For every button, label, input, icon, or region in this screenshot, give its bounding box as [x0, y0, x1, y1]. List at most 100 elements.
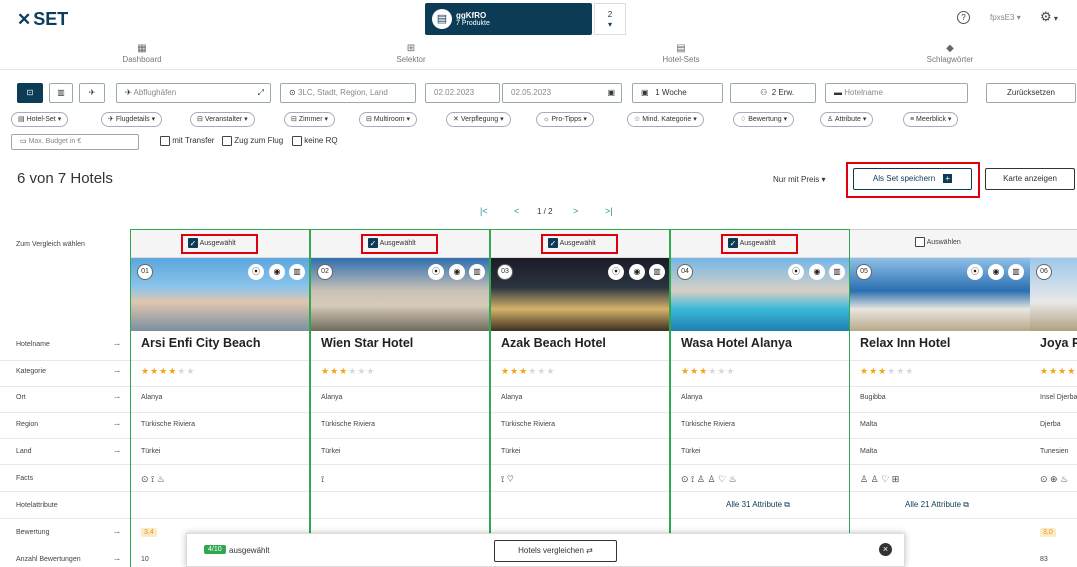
last-page-icon[interactable]: >|	[605, 206, 613, 216]
hotel-name[interactable]: Relax Inn Hotel	[860, 336, 950, 350]
no-rq-checkbox[interactable]: keine RQ	[292, 136, 338, 146]
main-nav: ▦ Dashboard ⊞ Selektor ▤ Hotel-Sets ◆ Schlag…	[0, 40, 1077, 70]
pill-veranstalter[interactable]: ⊟ Veranstalter ▾	[190, 112, 255, 127]
select-cell: ✓ Ausgewählt	[671, 229, 849, 258]
row-label-anzahl: Anzahl Bewertungen	[16, 556, 81, 563]
bed-icon: ▬	[834, 88, 845, 97]
compare-icon: ⇄	[586, 546, 593, 555]
row-label-facts: Facts	[16, 475, 34, 482]
help-icon[interactable]: ?	[957, 11, 970, 24]
prev-page-icon[interactable]: <	[514, 206, 519, 216]
hotel-number: 04	[677, 264, 693, 280]
sort-icon[interactable]: ⇀	[114, 394, 120, 402]
select-cell: ✓ Ausgewählt	[131, 229, 309, 258]
package-type-button[interactable]: ⊡	[17, 83, 43, 103]
hotel-number: 06	[1036, 264, 1052, 280]
pill-hotel-set[interactable]: ▤ Hotel-Set ▾	[11, 112, 69, 127]
rating-count: 10	[141, 556, 149, 563]
trash-icon[interactable]: ▥	[649, 264, 665, 280]
sort-icon[interactable]: ⇀	[114, 368, 120, 376]
duration-field[interactable]: ▣ 1 Woche	[632, 83, 723, 103]
trash-icon[interactable]: ▥	[289, 264, 305, 280]
hotel-stars: ★★★★★★	[1040, 366, 1077, 376]
hotel-stars: ★★★★★★	[681, 366, 736, 376]
travellers-field[interactable]: ⚇ 2 Erw.	[730, 83, 816, 103]
select-checkbox[interactable]: ✓ Ausgewählt	[361, 234, 438, 254]
select-checkbox[interactable]: ✓ Ausgewählt	[541, 234, 618, 254]
hotelname-field[interactable]: ▬ Hotelname	[825, 83, 968, 103]
transfer-checkbox[interactable]: mit Transfer	[160, 136, 214, 146]
user-menu[interactable]: fpxsE3 ▾	[990, 13, 1021, 22]
trash-icon[interactable]: ▥	[1008, 264, 1024, 280]
sort-dropdown[interactable]: Nur mit Preis ▾	[773, 175, 825, 184]
destination-field[interactable]: ⊙ 3LC, Stadt, Region, Land	[280, 83, 416, 103]
pill-mind-kategorie[interactable]: ☆ Mind. Kategorie ▾	[627, 112, 704, 127]
reset-button[interactable]: Zurücksetzen	[986, 83, 1076, 103]
sort-icon[interactable]: ⇀	[114, 448, 120, 456]
attributes-link[interactable]: Alle 31 Attribute ⧉	[726, 500, 790, 510]
date-to-field[interactable]: 02.05.2023 ▣	[502, 83, 622, 103]
trash-icon[interactable]: ▥	[829, 264, 845, 280]
hotel-only-button[interactable]: ▥	[49, 83, 73, 103]
select-checkbox[interactable]: Auswählen	[910, 235, 987, 255]
eye-icon[interactable]: ◉	[449, 264, 465, 280]
show-map-button[interactable]: Karte anzeigen	[985, 168, 1075, 190]
eye-icon[interactable]: ◉	[629, 264, 645, 280]
nav-item-hotel-sets[interactable]: ▤ Hotel-Sets	[546, 42, 816, 64]
trash-icon[interactable]: ▥	[469, 264, 485, 280]
budget-field[interactable]: ▭ Max. Budget in €	[11, 134, 139, 150]
basket-count-dropdown[interactable]: 2 ▾	[594, 3, 626, 35]
compare-hotels-button[interactable]: Hotels vergleichen ⇄	[494, 540, 617, 562]
eye-icon[interactable]: ◉	[988, 264, 1004, 280]
hotel-name[interactable]: Wien Star Hotel	[321, 336, 413, 350]
next-page-icon[interactable]: >	[573, 206, 578, 216]
pill-zimmer[interactable]: ⊟ Zimmer ▾	[284, 112, 335, 127]
first-page-icon[interactable]: |<	[480, 206, 488, 216]
hotel-column: ✓ Ausgewählt 01 ⦿ ◉ ▥ Arsi Enfi City Beach ★★★…	[130, 229, 310, 567]
location-icon[interactable]: ⦿	[248, 264, 264, 280]
hotel-region: Türkische Riviera	[141, 421, 196, 428]
airport-field[interactable]: ✈ Abflughäfen ⤢	[116, 83, 271, 103]
app-logo[interactable]: ✕ SET	[17, 9, 68, 30]
eye-icon[interactable]: ◉	[269, 264, 285, 280]
location-icon[interactable]: ⦿	[608, 264, 624, 280]
tag-icon: ◆	[946, 43, 954, 54]
pill-meerblick[interactable]: ≡ Meerblick ▾	[903, 112, 959, 127]
hotel-name[interactable]: Azak Beach Hotel	[501, 336, 606, 350]
select-checkbox[interactable]: ✓ Ausgewählt	[721, 234, 798, 254]
pill-multiroom[interactable]: ⊟ Multiroom ▾	[359, 112, 418, 127]
hotel-name[interactable]: Joya P	[1040, 336, 1077, 350]
location-icon[interactable]: ⦿	[967, 264, 983, 280]
sort-icon[interactable]: ⇀	[114, 341, 120, 349]
close-icon[interactable]: ×	[879, 543, 892, 556]
nav-item-schlagwoerter[interactable]: ◆ Schlagwörter	[815, 42, 1077, 64]
calendar-icon: ▣	[641, 88, 651, 97]
save-set-button[interactable]: Als Set speichern +	[853, 168, 972, 190]
date-from-field[interactable]: 02.02.2023	[425, 83, 500, 103]
hotel-ort: Alanya	[141, 394, 163, 401]
hotel-region: Türkische Riviera	[321, 421, 376, 428]
hotel-name[interactable]: Arsi Enfi City Beach	[141, 336, 260, 350]
hotel-number: 01	[137, 264, 153, 280]
pill-verpflegung[interactable]: ✕ Verpflegung ▾	[446, 112, 511, 127]
pill-flugdetails[interactable]: ✈ Flugdetails ▾	[101, 112, 163, 127]
nav-item-dashboard[interactable]: ▦ Dashboard	[7, 42, 277, 64]
nav-item-selektor[interactable]: ⊞ Selektor	[276, 42, 546, 64]
eye-icon[interactable]: ◉	[809, 264, 825, 280]
hotel-stars: ★★★★★★	[860, 366, 915, 376]
pill-attribute[interactable]: ♙ Attribute ▾	[820, 112, 874, 127]
hotel-name[interactable]: Wasa Hotel Alanya	[681, 336, 792, 350]
pill-bewertung[interactable]: ♢ Bewertung ▾	[733, 112, 795, 127]
flight-only-button[interactable]: ✈	[79, 83, 105, 103]
train-checkbox[interactable]: Zug zum Flug	[222, 136, 283, 146]
select-checkbox[interactable]: ✓ Ausgewählt	[181, 234, 258, 254]
location-icon[interactable]: ⦿	[428, 264, 444, 280]
sort-icon[interactable]: ⇀	[114, 421, 120, 429]
product-basket[interactable]: ▤ ggKfRO 7 Produkte	[425, 3, 592, 35]
sort-icon[interactable]: ⇀	[114, 529, 120, 537]
pill-pro-tipps[interactable]: ☼ Pro-Tipps ▾	[536, 112, 594, 127]
sort-icon[interactable]: ⇀	[114, 556, 120, 564]
attributes-link[interactable]: Alle 21 Attribute ⧉	[905, 500, 969, 510]
gear-icon[interactable]: ⚙ ▾	[1040, 9, 1058, 25]
location-icon[interactable]: ⦿	[788, 264, 804, 280]
